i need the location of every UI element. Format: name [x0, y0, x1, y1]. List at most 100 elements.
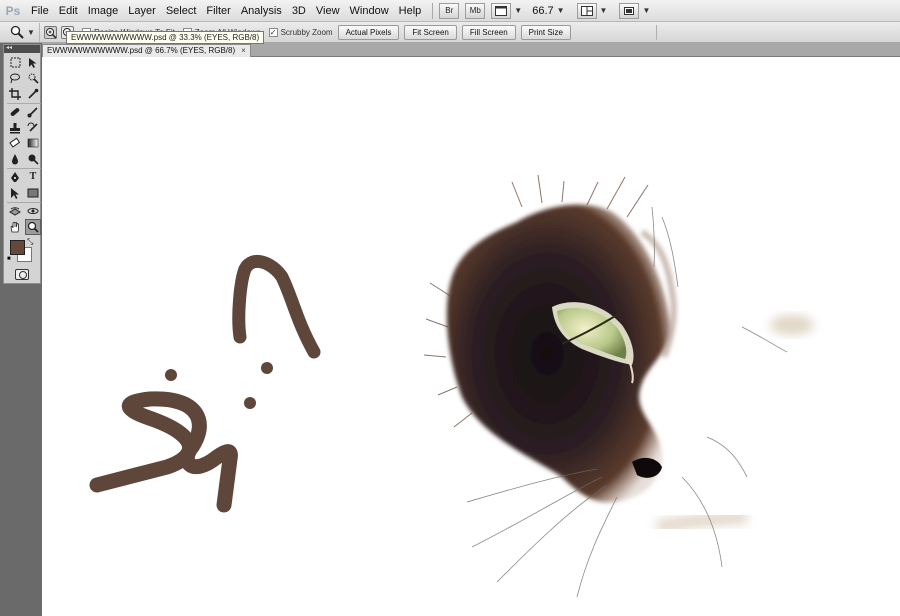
tool-grid: T — [4, 53, 41, 235]
view-extras-button[interactable] — [491, 2, 512, 19]
menu-analysis[interactable]: Analysis — [236, 0, 287, 22]
photoshop-logo: Ps — [5, 3, 21, 18]
chevron-down-icon: ▼ — [599, 6, 608, 15]
menu-layer[interactable]: Layer — [123, 0, 161, 22]
3d-rotate-tool[interactable] — [7, 204, 23, 220]
pen-icon — [11, 172, 19, 183]
sketch-mark — [655, 510, 748, 534]
tool-separator — [7, 201, 41, 203]
zoom-icon — [27, 221, 39, 233]
fit-screen-button[interactable]: Fit Screen — [404, 24, 457, 40]
menu-image[interactable]: Image — [83, 0, 124, 22]
default-colors-icon[interactable]: ■ — [7, 256, 11, 262]
scrubby-zoom-checkbox[interactable]: ✓ Scrubby Zoom — [268, 27, 333, 37]
chevron-down-icon: ▼ — [27, 27, 35, 37]
menu-select[interactable]: Select — [161, 0, 202, 22]
dodge-tool[interactable] — [25, 151, 41, 167]
dot-mark — [261, 362, 273, 374]
brush-icon — [27, 107, 38, 118]
type-icon: T — [29, 171, 37, 183]
clone-stamp-tool[interactable] — [7, 120, 23, 136]
eraser-tool[interactable] — [7, 136, 23, 152]
bridge-button[interactable]: Br — [439, 2, 460, 19]
mini-bridge-button[interactable]: Mb — [465, 2, 486, 19]
zoom-level[interactable]: 66.7 — [532, 5, 553, 17]
eyedropper-tool[interactable] — [25, 86, 41, 102]
view-extras-icon — [495, 5, 508, 16]
checkbox-box-checked[interactable]: ✓ — [268, 27, 278, 37]
3d-orbit-icon — [27, 208, 39, 215]
type-tool[interactable]: T — [25, 170, 41, 186]
foreground-color-swatch[interactable] — [10, 239, 25, 255]
wip-lettering — [89, 254, 321, 513]
screen-mode-button[interactable] — [619, 2, 640, 19]
close-icon[interactable]: × — [241, 46, 246, 55]
menu-3d[interactable]: 3D — [287, 0, 311, 22]
fill-screen-button[interactable]: Fill Screen — [461, 24, 516, 40]
cat-painting — [423, 174, 814, 598]
artwork — [89, 174, 814, 598]
tool-preset-picker[interactable]: ▼ — [6, 22, 40, 42]
menu-bar: Ps File Edit Image Layer Select Filter A… — [0, 0, 900, 22]
scrubby-zoom-label: Scrubby Zoom — [280, 27, 333, 37]
sketch-mark — [770, 315, 814, 335]
lasso-icon — [10, 73, 20, 84]
document-tab-bar: EWWWWWWWWWW.psd @ 66.7% (EYES, RGB/8) × — [42, 43, 900, 57]
crop-tool[interactable] — [7, 86, 23, 102]
pen-tool[interactable] — [7, 170, 23, 186]
history-brush-icon — [27, 122, 38, 132]
gradient-icon — [27, 138, 39, 148]
zoom-tool[interactable] — [25, 219, 41, 235]
rectangle-tool[interactable] — [25, 185, 41, 201]
crop-icon — [9, 87, 21, 100]
tool-separator — [7, 167, 41, 169]
arrange-documents-icon — [580, 5, 593, 16]
menu-separator — [432, 2, 434, 19]
quick-selection-icon — [28, 73, 39, 84]
3d-orbit-tool[interactable] — [25, 204, 41, 220]
actual-pixels-button[interactable]: Actual Pixels — [337, 24, 400, 40]
eraser-icon — [9, 137, 21, 148]
chevron-down-icon: ▼ — [556, 6, 565, 15]
blur-tool[interactable] — [7, 151, 23, 167]
menu-filter[interactable]: Filter — [201, 0, 235, 22]
lasso-tool[interactable] — [7, 71, 23, 87]
path-selection-tool[interactable] — [7, 185, 23, 201]
tool-separator — [7, 102, 41, 104]
tools-panel-header[interactable]: ◂◂ — [4, 45, 40, 53]
screen-mode-icon — [624, 6, 635, 15]
brush-tool[interactable] — [25, 105, 41, 121]
menu-window[interactable]: Window — [345, 0, 394, 22]
hand-tool[interactable] — [7, 219, 23, 235]
blur-icon — [12, 153, 18, 165]
menu-file[interactable]: File — [26, 0, 54, 22]
marquee-icon — [10, 57, 20, 68]
options-bar-divider — [656, 25, 657, 40]
marquee-tool[interactable] — [7, 55, 23, 71]
menu-edit[interactable]: Edit — [54, 0, 83, 22]
chevron-down-icon: ▼ — [514, 6, 523, 15]
zoom-icon — [10, 25, 24, 39]
gradient-tool[interactable] — [25, 136, 41, 152]
letter-w-stroke — [89, 391, 238, 513]
document-tab[interactable]: EWWWWWWWWWW.psd @ 66.7% (EYES, RGB/8) × — [42, 44, 251, 57]
document-canvas[interactable] — [42, 57, 900, 616]
arrange-documents-button[interactable] — [576, 2, 597, 19]
move-tool[interactable] — [25, 55, 41, 71]
document-tab-title: EWWWWWWWWWW.psd @ 66.7% (EYES, RGB/8) — [47, 46, 236, 55]
cat-fur-shape — [446, 204, 671, 503]
dot-mark — [244, 397, 256, 409]
menu-help[interactable]: Help — [394, 0, 427, 22]
move-icon — [29, 57, 37, 68]
swap-colors-icon[interactable]: ⤡ — [27, 237, 33, 247]
history-brush-tool[interactable] — [25, 120, 41, 136]
quick-selection-tool[interactable] — [25, 71, 41, 87]
healing-brush-tool[interactable] — [7, 105, 23, 121]
quick-mask-icon[interactable] — [15, 268, 29, 280]
zoom-in-button[interactable] — [44, 25, 57, 39]
print-size-button[interactable]: Print Size — [520, 24, 571, 40]
color-swatches: ■ ⤡ — [4, 237, 40, 267]
menu-view[interactable]: View — [311, 0, 345, 22]
chevron-down-icon: ▼ — [642, 6, 651, 15]
collapse-panel-icon[interactable]: ◂◂ — [6, 45, 12, 51]
